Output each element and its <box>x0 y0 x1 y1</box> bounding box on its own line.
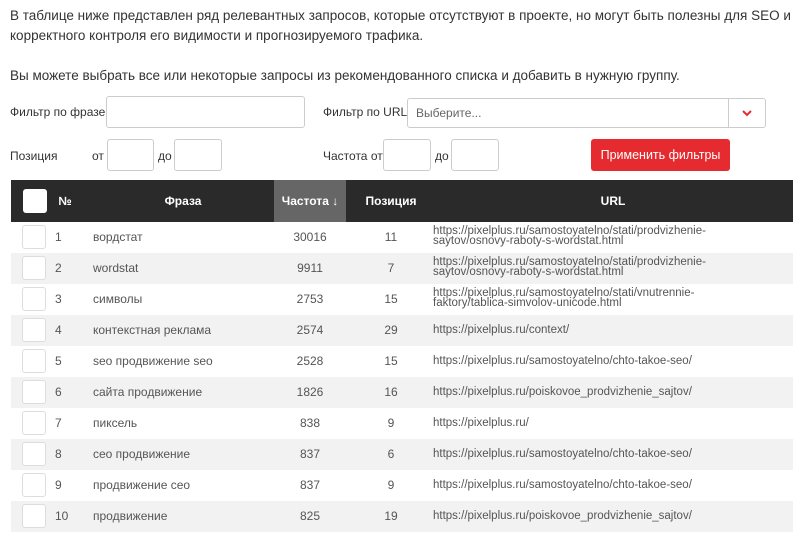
intro-paragraph-2: Вы можете выбрать все или некоторые запр… <box>10 68 680 83</box>
row-url[interactable]: https://pixelplus.ru/samostoyatelno/chto… <box>433 470 753 501</box>
row-frequency: 837 <box>299 447 321 461</box>
position-from-input[interactable] <box>107 139 154 171</box>
row-number: 7 <box>55 416 62 430</box>
table-row[interactable]: 4 контекстная реклама 2574 29 https://pixelp… <box>11 315 793 346</box>
table-row[interactable]: 7 пиксель 838 9 https://pixelplus.ru/ <box>11 408 793 439</box>
row-number: 4 <box>55 323 62 337</box>
row-frequency: 2753 <box>296 292 324 306</box>
row-phrase: продвижение <box>93 509 168 523</box>
position-to-label: до <box>158 149 172 163</box>
table-row[interactable]: 1 вордстат 30016 11 https://pixelplus.ru/sam… <box>11 222 793 253</box>
row-number: 9 <box>55 478 62 492</box>
row-number: 6 <box>55 385 62 399</box>
row-phrase: вордстат <box>93 230 143 244</box>
row-number: 5 <box>55 354 62 368</box>
table-row[interactable]: 3 символы 2753 15 https://pixelplus.ru/samos… <box>11 284 793 315</box>
url-filter-placeholder: Выберите... <box>416 106 482 120</box>
row-url[interactable]: https://pixelplus.ru/samostoyatelno/chto… <box>433 439 753 470</box>
select-all-checkbox[interactable] <box>23 189 47 213</box>
header-frequency[interactable]: Частота ↓ <box>274 180 346 222</box>
row-number: 10 <box>55 509 69 523</box>
table-row[interactable]: 6 сайта продвижение 1826 16 https://pixelplu… <box>11 377 793 408</box>
row-frequency: 2528 <box>296 354 324 368</box>
url-filter-label: Фильтр по URL <box>323 105 408 119</box>
row-position: 7 <box>387 261 395 275</box>
row-phrase: wordstat <box>93 261 139 275</box>
row-checkbox[interactable] <box>22 349 46 373</box>
row-position: 16 <box>384 385 398 399</box>
row-url[interactable]: https://pixelplus.ru/samostoyatelno/chto… <box>433 346 753 377</box>
table-row[interactable]: 8 сео продвижение 837 6 https://pixelplus.ru… <box>11 439 793 470</box>
frequency-to-label: до <box>435 149 449 163</box>
row-url[interactable]: https://pixelplus.ru/poiskovoe_prodvizhe… <box>433 501 753 532</box>
row-checkbox[interactable] <box>22 473 46 497</box>
frequency-from-input[interactable] <box>383 139 431 171</box>
row-position: 11 <box>384 230 398 244</box>
row-url[interactable]: https://pixelplus.ru/samostoyatelno/stat… <box>433 256 753 278</box>
position-to-input[interactable] <box>174 139 222 171</box>
phrase-filter-label: Фильтр по фразе <box>10 105 106 119</box>
table-header: № Фраза Частота ↓ Позиция URL <box>11 180 793 222</box>
queries-table: № Фраза Частота ↓ Позиция URL 1 вордстат 3… <box>11 180 793 532</box>
row-position: 19 <box>384 509 398 523</box>
row-number: 8 <box>55 447 62 461</box>
row-phrase: продвижение сео <box>93 478 191 492</box>
row-phrase: сео продвижение <box>93 447 191 461</box>
row-position: 15 <box>384 292 398 306</box>
row-checkbox[interactable] <box>22 225 46 249</box>
table-row[interactable]: 2 wordstat 9911 7 https://pixelplus.ru/samos… <box>11 253 793 284</box>
row-frequency: 9911 <box>297 261 323 275</box>
row-frequency: 30016 <box>293 230 327 244</box>
apply-filters-button[interactable]: Применить фильтры <box>591 139 730 171</box>
table-body: 1 вордстат 30016 11 https://pixelplus.ru/sam… <box>11 222 793 532</box>
row-phrase: пиксель <box>93 416 138 430</box>
row-position: 6 <box>387 447 395 461</box>
row-url[interactable]: https://pixelplus.ru/samostoyatelno/stat… <box>433 225 753 247</box>
url-filter-select[interactable]: Выберите... <box>407 98 766 128</box>
header-url[interactable]: URL <box>433 180 793 222</box>
row-url[interactable]: https://pixelplus.ru/context/ <box>433 315 753 346</box>
row-position: 9 <box>387 478 395 492</box>
row-frequency: 1826 <box>296 385 324 399</box>
row-frequency: 2574 <box>296 323 324 337</box>
intro-text: В таблице ниже представлен ряд релевантн… <box>10 6 795 86</box>
table-row[interactable]: 10 продвижение 825 19 https://pixelplus.ru/p… <box>11 501 793 532</box>
chevron-down-icon[interactable] <box>728 99 765 127</box>
position-from-label: от <box>92 149 104 163</box>
row-number: 2 <box>55 261 62 275</box>
row-frequency: 838 <box>299 416 321 430</box>
row-number: 1 <box>55 230 62 244</box>
frequency-from-label: Частота от <box>323 149 383 163</box>
phrase-filter-input[interactable] <box>106 96 305 128</box>
row-checkbox[interactable] <box>22 411 46 435</box>
row-checkbox[interactable] <box>22 504 46 528</box>
row-phrase: seo продвижение seo <box>93 354 213 368</box>
row-checkbox[interactable] <box>22 318 46 342</box>
frequency-to-input[interactable] <box>451 139 499 171</box>
row-phrase: контекстная реклама <box>93 323 212 337</box>
row-url[interactable]: https://pixelplus.ru/samostoyatelno/stat… <box>433 287 753 309</box>
table-row[interactable]: 5 seo продвижение seo 2528 15 https://pixelp… <box>11 346 793 377</box>
row-checkbox[interactable] <box>22 287 46 311</box>
header-phrase[interactable]: Фраза <box>93 180 273 222</box>
row-number: 3 <box>55 292 62 306</box>
header-num[interactable]: № <box>55 180 75 222</box>
header-position[interactable]: Позиция <box>355 180 427 222</box>
row-checkbox[interactable] <box>22 380 46 404</box>
row-checkbox[interactable] <box>22 256 46 280</box>
table-row[interactable]: 9 продвижение сео 837 9 https://pixelplus.ru… <box>11 470 793 501</box>
row-frequency: 837 <box>299 478 321 492</box>
row-url[interactable]: https://pixelplus.ru/ <box>433 408 753 439</box>
row-phrase: символы <box>93 292 143 306</box>
row-frequency: 825 <box>299 509 321 523</box>
row-url[interactable]: https://pixelplus.ru/poiskovoe_prodvizhe… <box>433 377 753 408</box>
row-checkbox[interactable] <box>22 442 46 466</box>
intro-paragraph-1: В таблице ниже представлен ряд релевантн… <box>10 8 791 43</box>
position-label: Позиция <box>10 149 58 163</box>
row-position: 9 <box>387 416 395 430</box>
row-phrase: сайта продвижение <box>93 385 203 399</box>
row-position: 29 <box>384 323 398 337</box>
row-position: 15 <box>384 354 398 368</box>
